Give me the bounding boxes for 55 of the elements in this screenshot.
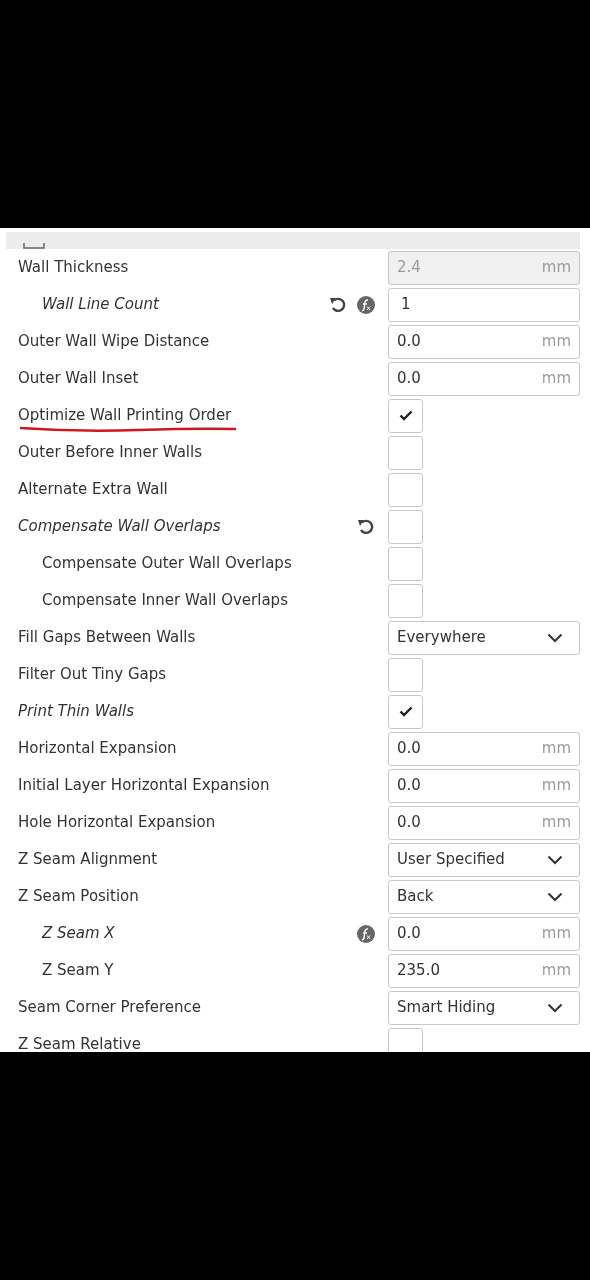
- reset-icon[interactable]: [357, 518, 375, 535]
- setting-label: Outer Wall Inset: [18, 368, 139, 390]
- checkbox[interactable]: [388, 546, 423, 581]
- dropdown[interactable]: Smart Hiding: [388, 990, 580, 1025]
- setting-label: Z Seam X: [42, 923, 115, 945]
- walls-icon: [22, 243, 46, 249]
- chevron-down-icon: [547, 854, 563, 865]
- setting-label: Compensate Outer Wall Overlaps: [42, 553, 292, 575]
- setting-label: Outer Before Inner Walls: [18, 442, 202, 464]
- setting-label: Fill Gaps Between Walls: [18, 627, 196, 649]
- number-field[interactable]: 0.0 mm: [388, 361, 580, 396]
- number-field[interactable]: 0.0 mm: [388, 731, 580, 766]
- function-icon[interactable]: [357, 295, 375, 314]
- checkbox[interactable]: [388, 583, 423, 618]
- chevron-down-icon: [547, 891, 563, 902]
- check-icon: [398, 706, 413, 717]
- setting-label: Horizontal Expansion: [18, 738, 177, 760]
- setting-label: Initial Layer Horizontal Expansion: [18, 775, 270, 797]
- setting-label: Compensate Wall Overlaps: [18, 516, 221, 538]
- number-field[interactable]: 0.0 mm: [388, 768, 580, 803]
- chevron-down-icon: [547, 632, 563, 643]
- setting-label: Optimize Wall Printing Order: [18, 404, 232, 427]
- setting-label: Z Seam Alignment: [18, 849, 158, 871]
- checkbox[interactable]: [388, 472, 423, 507]
- setting-label: Z Seam Y: [42, 960, 114, 982]
- dropdown[interactable]: Everywhere: [388, 620, 580, 655]
- setting-label: Alternate Extra Wall: [18, 479, 168, 501]
- function-icon[interactable]: [357, 924, 375, 943]
- checkbox[interactable]: [388, 398, 423, 433]
- checkbox[interactable]: [388, 1027, 423, 1052]
- setting-label: Wall Thickness: [18, 257, 129, 279]
- number-field[interactable]: 0.0 mm: [388, 916, 580, 951]
- setting-label: Hole Horizontal Expansion: [18, 812, 216, 834]
- category-header[interactable]: [6, 232, 580, 249]
- check-icon: [398, 410, 413, 421]
- checkbox[interactable]: [388, 694, 423, 729]
- setting-label: Filter Out Tiny Gaps: [18, 664, 167, 686]
- dropdown[interactable]: User Specified: [388, 842, 580, 877]
- number-field[interactable]: 0.0 mm: [388, 805, 580, 840]
- checkbox[interactable]: [388, 657, 423, 692]
- setting-label: Seam Corner Preference: [18, 997, 201, 1019]
- setting-label: Compensate Inner Wall Overlaps: [42, 590, 288, 612]
- checkbox[interactable]: [388, 435, 423, 470]
- setting-label: Z Seam Relative: [18, 1034, 141, 1052]
- setting-label: Outer Wall Wipe Distance: [18, 331, 210, 353]
- reset-icon[interactable]: [329, 296, 347, 313]
- chevron-down-icon: [547, 1002, 563, 1013]
- number-field[interactable]: 1: [388, 287, 580, 322]
- number-field[interactable]: 235.0 mm: [388, 953, 580, 988]
- number-field[interactable]: 0.0 mm: [388, 324, 580, 359]
- setting-label: Print Thin Walls: [18, 701, 134, 723]
- setting-label: Wall Line Count: [42, 294, 159, 316]
- dropdown[interactable]: Back: [388, 879, 580, 914]
- setting-label: Z Seam Position: [18, 886, 139, 908]
- checkbox[interactable]: [388, 509, 423, 544]
